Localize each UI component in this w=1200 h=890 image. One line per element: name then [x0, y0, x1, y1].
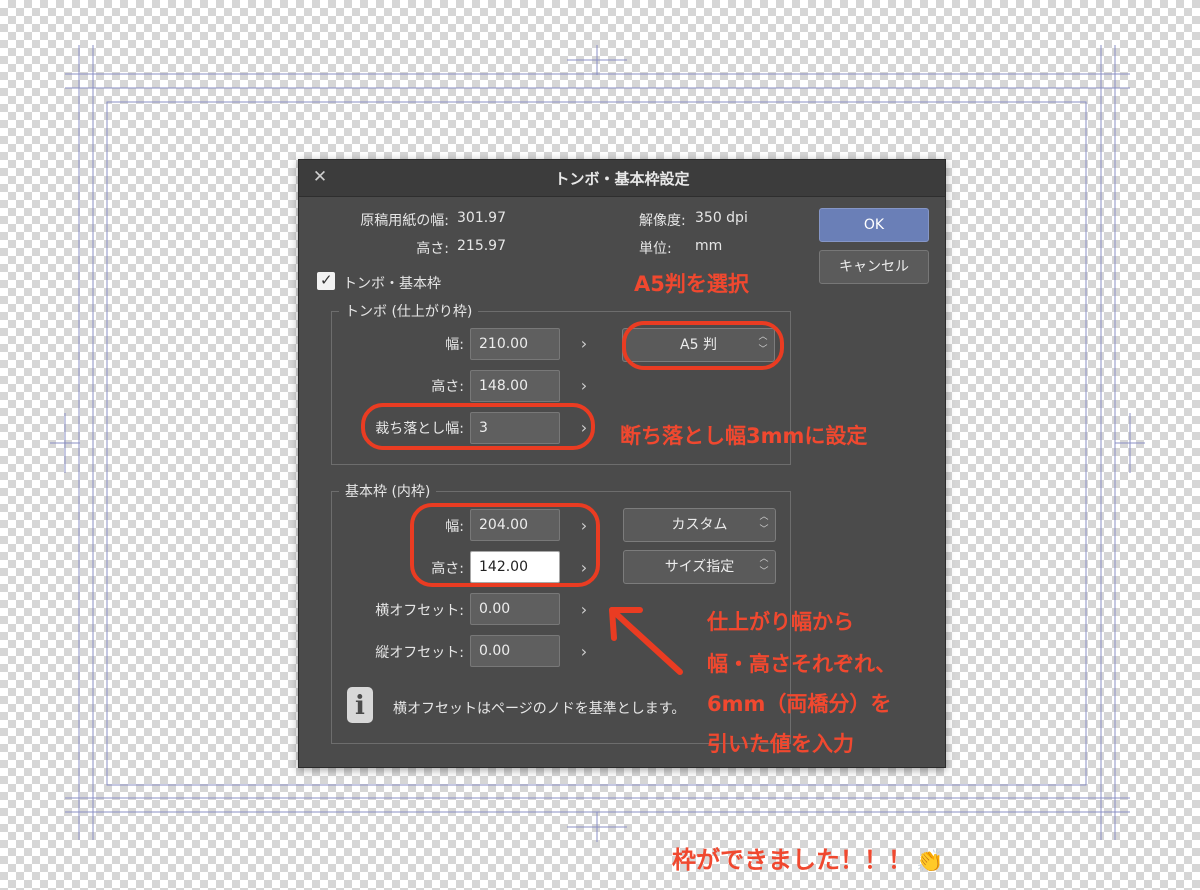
trim-frame-group-title: トンボ (仕上がり枠) [339, 301, 479, 321]
ok-button[interactable]: OK [819, 208, 929, 242]
paper-width-value: 301.97 [457, 210, 506, 226]
trim-width-input[interactable]: 210.00 [470, 328, 560, 360]
v-offset-arrow-icon[interactable]: › [576, 642, 592, 662]
paper-width-label: 原稿用紙の幅: [360, 213, 449, 229]
basic-preset-select[interactable]: カスタム ︿ ﹀ [623, 508, 776, 542]
size-mode-select[interactable]: サイズ指定 ︿ ﹀ [623, 550, 776, 584]
info-text: 横オフセットはページのノドを基準とします。 [393, 701, 686, 717]
trim-width-arrow-icon[interactable]: › [576, 334, 592, 354]
trim-height-input[interactable]: 148.00 [470, 370, 560, 402]
h-offset-input[interactable]: 0.00 [470, 593, 560, 625]
trim-height-label: 高さ: [431, 379, 464, 395]
enable-crop-marks-checkbox[interactable]: ✓ [317, 271, 335, 290]
size-mode-value: サイズ指定 [664, 559, 735, 575]
basic-frame-group-title: 基本枠 (内枠) [339, 481, 437, 501]
dialog-titlebar: ✕ トンボ・基本枠設定 [299, 160, 945, 197]
unit-label: 単位: [639, 241, 672, 257]
annotation-inner-line-4: 引いた値を入力 [707, 732, 854, 756]
dialog-title: トンボ・基本枠設定 [554, 170, 690, 188]
unit-value: mm [695, 238, 723, 254]
annotation-select-a5: A5判を選択 [634, 272, 749, 296]
trim-height-arrow-icon[interactable]: › [576, 376, 592, 396]
cancel-button[interactable]: キャンセル [819, 250, 929, 284]
basic-preset-value: カスタム [671, 517, 728, 533]
h-offset-arrow-icon[interactable]: › [576, 600, 592, 620]
annotation-circle-preset [622, 321, 784, 370]
trim-width-label: 幅: [445, 337, 464, 353]
resolution-label: 解像度: [639, 213, 686, 229]
enable-crop-marks-label: トンボ・基本枠 [343, 276, 441, 292]
paper-height-value: 215.97 [457, 238, 506, 254]
annotation-circle-basic-size [410, 503, 600, 587]
annotation-inner-line-1: 仕上がり幅から [707, 610, 854, 634]
annotation-arrow-icon [609, 607, 683, 675]
info-icon: i [347, 687, 373, 723]
annotation-circle-bleed [361, 403, 595, 450]
v-offset-input[interactable]: 0.00 [470, 635, 560, 667]
paper-height-label: 高さ: [416, 241, 449, 257]
v-offset-label: 縦オフセット: [375, 645, 464, 661]
annotation-inner-line-3: 6mm（両橋分）を [707, 692, 892, 716]
annotation-bleed-note: 断ち落とし幅3mmに設定 [620, 424, 868, 448]
clapping-hands-icon: 👏 [916, 849, 944, 874]
updown-chevron-icon: ︿ ﹀ [759, 554, 769, 577]
updown-chevron-icon: ︿ ﹀ [759, 512, 769, 535]
resolution-value: 350 dpi [695, 210, 748, 226]
annotation-inner-line-2: 幅・高さそれぞれ、 [707, 652, 897, 676]
h-offset-label: 横オフセット: [375, 603, 464, 619]
annotation-done-note: 枠ができました！！！ 👏 [672, 840, 943, 875]
annotation-done-text: 枠ができました！！！ [672, 846, 912, 874]
checkmark-icon: ✓ [320, 271, 333, 289]
